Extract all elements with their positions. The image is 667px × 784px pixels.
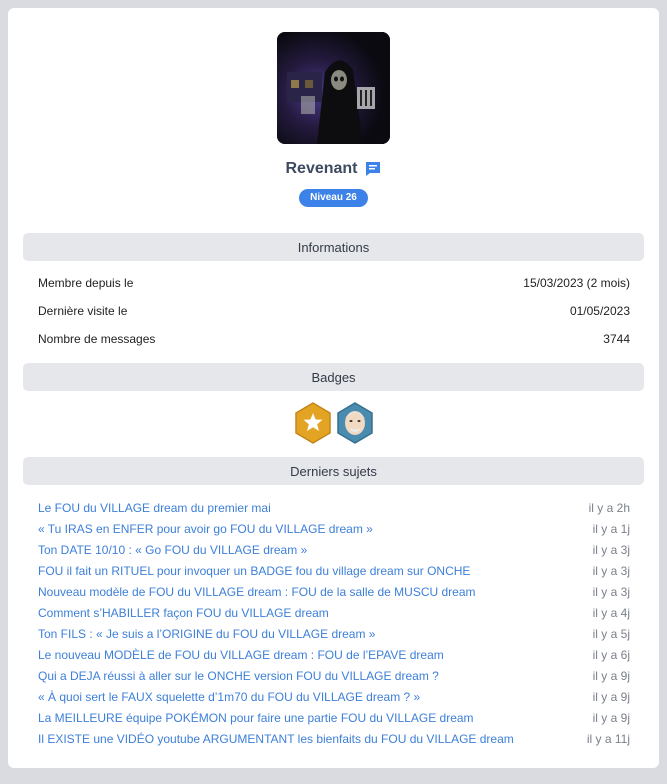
- section-informations: Informations: [23, 233, 644, 261]
- topic-link[interactable]: La MEILLEURE équipe POKÉMON pour faire u…: [38, 711, 474, 725]
- badges-list: [8, 402, 659, 444]
- list-item: Qui a DEJA réussi à aller sur le ONCHE v…: [38, 665, 630, 686]
- topic-time: il y a 9j: [592, 689, 630, 704]
- info-label: Membre depuis le: [38, 276, 134, 290]
- topic-time: il y a 2h: [588, 500, 630, 515]
- list-item: Il EXISTE une VIDÉO youtube ARGUMENTANT …: [38, 728, 630, 749]
- avatar-image: [277, 32, 390, 144]
- topic-link[interactable]: Ton DATE 10/10 : « Go FOU du VILLAGE dre…: [38, 543, 307, 557]
- profile-card: Revenant Niveau 26 Informations Membre d…: [8, 8, 659, 768]
- gold-star-hexagon-badge-icon[interactable]: [294, 402, 332, 444]
- section-latest-topics: Derniers sujets: [23, 457, 644, 485]
- topic-link[interactable]: Le FOU du VILLAGE dream du premier mai: [38, 501, 271, 515]
- level-badge: Niveau 26: [299, 189, 368, 207]
- topic-time: il y a 4j: [592, 605, 630, 620]
- info-row-member-since: Membre depuis le 15/03/2023 (2 mois): [38, 274, 630, 292]
- topic-link[interactable]: Comment s’HABILLER façon FOU du VILLAGE …: [38, 606, 329, 620]
- list-item: « À quoi sert le FAUX squelette d’1m70 d…: [38, 686, 630, 707]
- section-badges: Badges: [23, 363, 644, 391]
- info-value: 3744: [603, 332, 630, 346]
- topics-list: Le FOU du VILLAGE dream du premier mai il…: [38, 497, 630, 749]
- list-item: « Tu IRAS en ENFER pour avoir go FOU du …: [38, 518, 630, 539]
- list-item: La MEILLEURE équipe POKÉMON pour faire u…: [38, 707, 630, 728]
- topic-time: il y a 1j: [592, 521, 630, 536]
- info-value: 01/05/2023: [569, 304, 630, 318]
- topic-link[interactable]: FOU il fait un RITUEL pour invoquer un B…: [38, 564, 470, 578]
- message-icon[interactable]: [364, 160, 382, 178]
- topic-time: il y a 3j: [592, 563, 630, 578]
- topic-link[interactable]: « Tu IRAS en ENFER pour avoir go FOU du …: [38, 522, 373, 536]
- list-item: Le nouveau MODÈLE de FOU du VILLAGE drea…: [38, 644, 630, 665]
- avatar[interactable]: [277, 32, 390, 144]
- topic-link[interactable]: Le nouveau MODÈLE de FOU du VILLAGE drea…: [38, 648, 444, 662]
- info-row-message-count: Nombre de messages 3744: [38, 330, 630, 348]
- username: Revenant: [285, 160, 358, 177]
- topic-time: il y a 3j: [592, 584, 630, 599]
- topic-time: il y a 11j: [586, 731, 630, 746]
- topic-link[interactable]: Nouveau modèle de FOU du VILLAGE dream :…: [38, 585, 476, 599]
- list-item: FOU il fait un RITUEL pour invoquer un B…: [38, 560, 630, 581]
- list-item: Nouveau modèle de FOU du VILLAGE dream :…: [38, 581, 630, 602]
- topic-link[interactable]: Il EXISTE une VIDÉO youtube ARGUMENTANT …: [38, 732, 514, 746]
- topic-time: il y a 6j: [592, 647, 630, 662]
- topic-time: il y a 3j: [592, 542, 630, 557]
- topic-time: il y a 9j: [592, 668, 630, 683]
- list-item: Comment s’HABILLER façon FOU du VILLAGE …: [38, 602, 630, 623]
- info-row-last-visit: Dernière visite le 01/05/2023: [38, 302, 630, 320]
- list-item: Le FOU du VILLAGE dream du premier mai il…: [38, 497, 630, 518]
- info-label: Nombre de messages: [38, 332, 156, 346]
- list-item: Ton DATE 10/10 : « Go FOU du VILLAGE dre…: [38, 539, 630, 560]
- topic-time: il y a 9j: [592, 710, 630, 725]
- topic-link[interactable]: Qui a DEJA réussi à aller sur le ONCHE v…: [38, 669, 439, 683]
- old-man-face-hexagon-badge-icon[interactable]: [336, 402, 374, 444]
- username-row: Revenant: [8, 158, 659, 180]
- info-value: 15/03/2023 (2 mois): [523, 276, 630, 290]
- list-item: Ton FILS : « Je suis a l’ORIGINE du FOU …: [38, 623, 630, 644]
- topic-time: il y a 5j: [592, 626, 630, 641]
- topic-link[interactable]: « À quoi sert le FAUX squelette d’1m70 d…: [38, 690, 420, 704]
- info-label: Dernière visite le: [38, 304, 128, 318]
- topic-link[interactable]: Ton FILS : « Je suis a l’ORIGINE du FOU …: [38, 627, 375, 641]
